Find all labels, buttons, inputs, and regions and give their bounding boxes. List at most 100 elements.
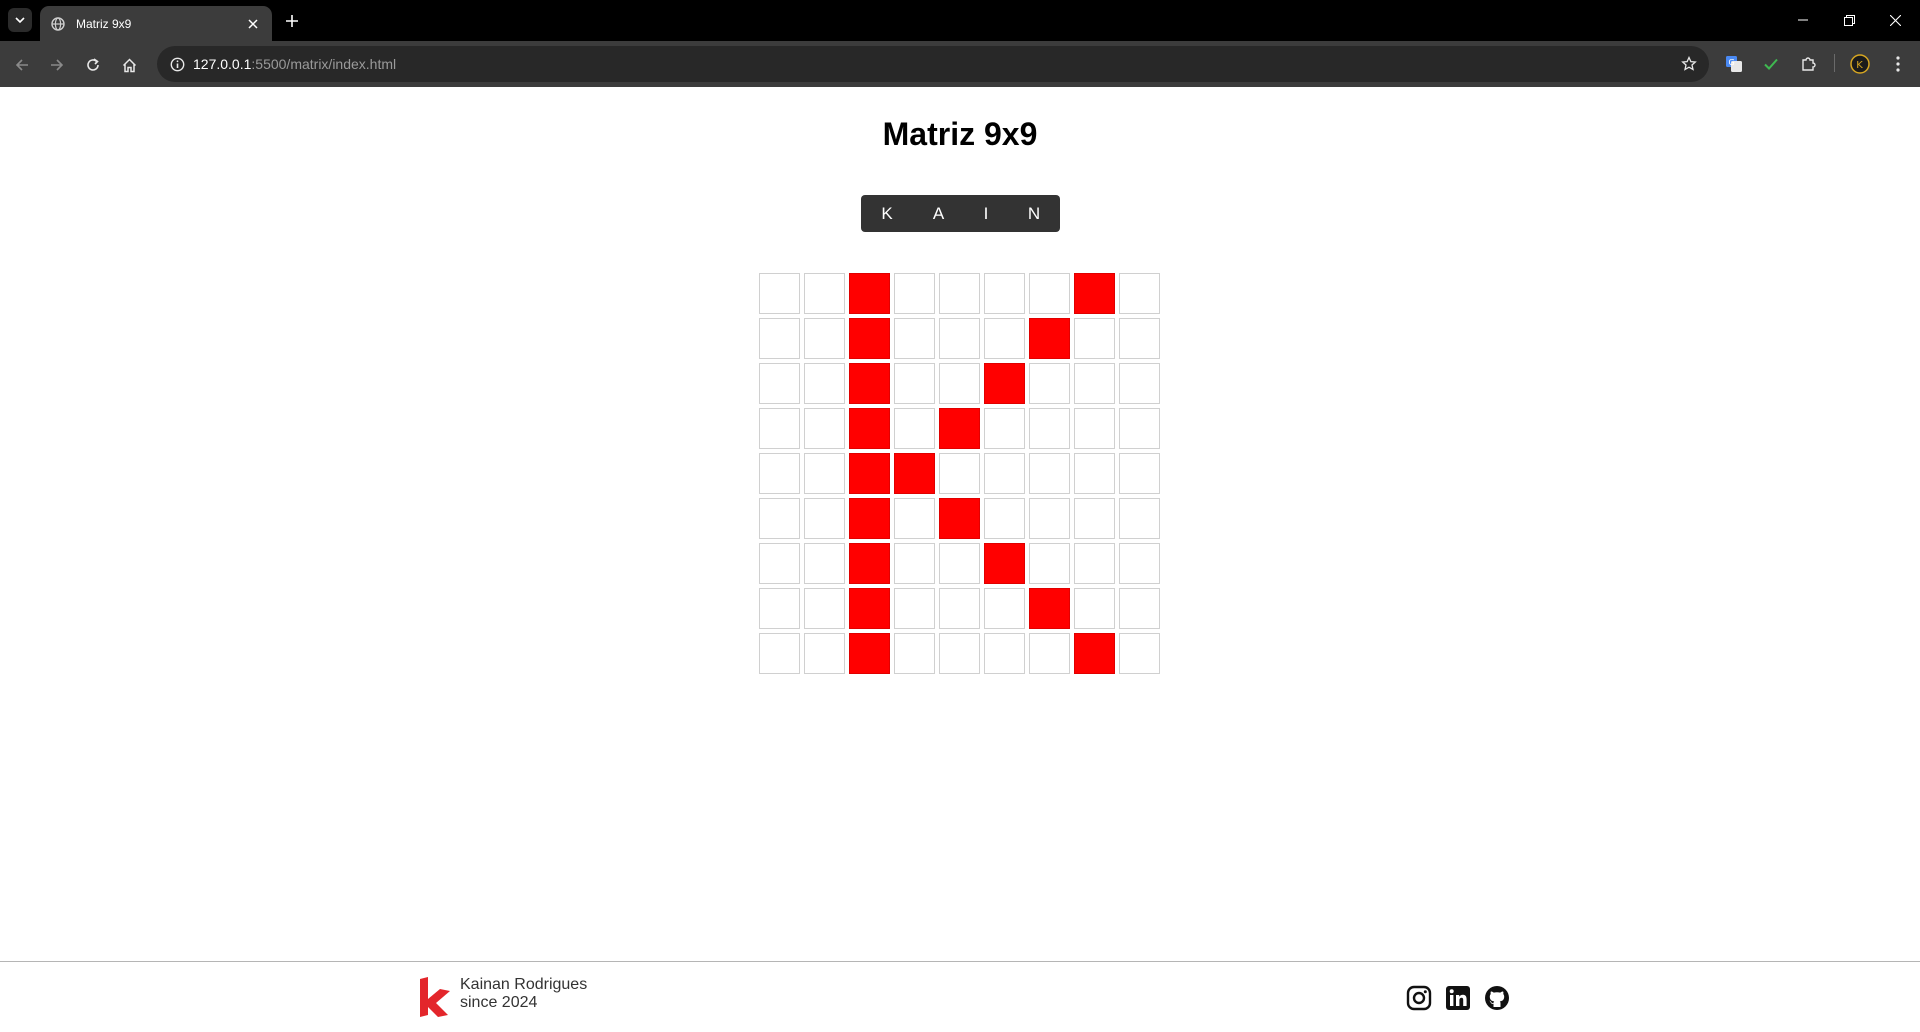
home-button[interactable] [115,51,143,79]
matrix-cell [804,543,845,584]
matrix-cell [984,498,1025,539]
matrix-cell [939,588,980,629]
matrix-cell [1029,363,1070,404]
arrow-right-icon [51,59,64,71]
translate-extension-icon[interactable]: G [1722,52,1746,76]
matrix-cell [894,408,935,449]
matrix-cell [1029,543,1070,584]
matrix-cell [1119,498,1160,539]
letter-button-a[interactable]: A [913,195,964,232]
toolbar-divider [1834,54,1835,72]
letter-button-k[interactable]: K [861,195,913,232]
close-icon [1889,14,1901,26]
restore-icon [1843,14,1855,26]
matrix-cell [939,273,980,314]
profile-avatar-icon[interactable]: K [1848,52,1872,76]
matrix-cell [984,453,1025,494]
matrix-grid [759,273,1164,678]
github-link[interactable] [1483,984,1511,1012]
matrix-cell [759,273,800,314]
arrow-left-icon [15,59,28,71]
url-text: 127.0.0.1:5500/matrix/index.html [193,56,396,72]
globe-icon [50,16,66,32]
matrix-cell [849,408,890,449]
matrix-cell [759,588,800,629]
matrix-cell [849,453,890,494]
matrix-cell [759,498,800,539]
browser-tab-active[interactable]: Matriz 9x9 [40,6,272,41]
matrix-cell [1029,408,1070,449]
matrix-cell [1074,453,1115,494]
svg-text:G: G [1729,58,1735,67]
address-bar[interactable]: 127.0.0.1:5500/matrix/index.html [157,46,1709,82]
matrix-cell [894,588,935,629]
brand-logo-icon [420,977,450,1017]
svg-text:K: K [1856,60,1863,71]
matrix-cell [894,543,935,584]
matrix-cell [984,588,1025,629]
matrix-cell [1029,273,1070,314]
matrix-cell [759,408,800,449]
matrix-cell [849,633,890,674]
letter-button-n[interactable]: N [1008,195,1060,232]
matrix-cell [849,498,890,539]
matrix-cell [1029,588,1070,629]
matrix-cell [849,588,890,629]
matrix-cell [1119,633,1160,674]
matrix-cell [1029,498,1070,539]
letter-button-i[interactable]: I [964,195,1008,232]
matrix-cell [1074,318,1115,359]
matrix-cell [939,408,980,449]
brand-since: since 2024 [460,994,538,1011]
matrix-cell [759,453,800,494]
matrix-cell [849,543,890,584]
matrix-cell [939,543,980,584]
matrix-cell [804,633,845,674]
checkmark-extension-icon[interactable] [1759,52,1783,76]
linkedin-link[interactable] [1444,984,1472,1012]
minimize-icon [1798,19,1808,21]
instagram-link[interactable] [1405,984,1433,1012]
matrix-cell [894,453,935,494]
reload-button[interactable] [79,51,107,79]
matrix-cell [1119,363,1160,404]
matrix-cell [759,543,800,584]
matrix-cell [1029,633,1070,674]
tab-search-button[interactable] [8,8,32,32]
new-tab-button[interactable] [280,9,304,33]
matrix-cell [1074,273,1115,314]
matrix-cell [1119,588,1160,629]
close-window-button[interactable] [1872,0,1918,40]
matrix-cell [849,363,890,404]
matrix-cell [804,273,845,314]
matrix-cell [984,363,1025,404]
matrix-cell [1029,318,1070,359]
matrix-cell [894,273,935,314]
back-button[interactable] [8,51,36,79]
matrix-cell [759,318,800,359]
restore-button[interactable] [1826,0,1872,40]
puzzle-extensions-icon[interactable] [1796,52,1820,76]
instagram-icon [1406,985,1432,1011]
tab-close-icon[interactable] [244,15,262,33]
matrix-cell [804,408,845,449]
footer: Kainan Rodrigues since 2024 [0,961,1920,1032]
chevron-down-icon [15,17,25,24]
home-icon [122,57,136,72]
browser-toolbar: 127.0.0.1:5500/matrix/index.html G K [0,41,1920,87]
bookmark-star-icon[interactable] [1679,54,1699,74]
minimize-button[interactable] [1780,0,1826,40]
url-path: :5500/matrix/index.html [251,56,397,72]
matrix-cell [804,453,845,494]
matrix-cell [1074,543,1115,584]
linkedin-icon [1446,986,1470,1010]
tab-title: Matriz 9x9 [76,16,132,31]
matrix-cell [1119,543,1160,584]
matrix-cell [1029,453,1070,494]
menu-kebab-icon[interactable] [1886,52,1910,76]
matrix-cell [984,543,1025,584]
reload-icon [87,58,99,71]
letter-button-group: K A I N [861,195,1060,232]
site-info-icon[interactable] [167,54,187,74]
forward-button[interactable] [43,51,71,79]
